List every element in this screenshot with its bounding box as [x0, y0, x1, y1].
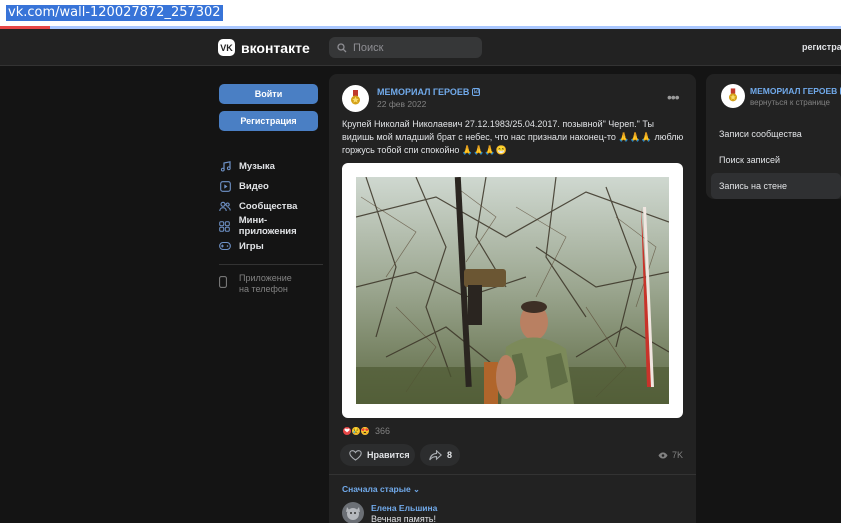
community-name: МЕМОРИАЛ ГЕРОЕВ: [750, 86, 838, 96]
comments-sort-toggle[interactable]: Сначала старые ⌄: [342, 484, 420, 494]
medal-emblem-icon: [351, 90, 360, 105]
share-count: 8: [447, 450, 453, 460]
vk-logo-text: вконтакте: [241, 39, 310, 56]
sidebar-mobile-app-link[interactable]: Приложение на телефон: [219, 273, 292, 295]
community-avatar[interactable]: [342, 85, 369, 112]
views-count: 7K: [672, 450, 684, 460]
community-avatar-small[interactable]: [721, 84, 745, 108]
sidebar-item-music[interactable]: Музыка: [219, 156, 323, 176]
like-button[interactable]: Нравится: [340, 444, 415, 466]
mobile-app-label-line1: Приложение: [239, 273, 292, 283]
mobile-app-label-line2: на телефон: [239, 284, 288, 294]
sidebar-item-communities[interactable]: Сообщества: [219, 196, 323, 216]
more-options-icon[interactable]: •••: [667, 89, 680, 105]
register-button[interactable]: Регистрация: [219, 111, 318, 131]
comments-divider: [329, 474, 696, 475]
verified-icon: ☑: [472, 88, 481, 96]
comments-sort-label: Сначала старые: [342, 484, 411, 494]
search-input[interactable]: Поиск: [329, 37, 482, 58]
sidebar-nav: Музыка Видео Сообщества Мини-приложения …: [219, 156, 323, 256]
chevron-down-icon: ⌄: [413, 485, 420, 494]
share-icon: [429, 449, 442, 460]
url-text[interactable]: vk.com/wall-120027872_257302: [6, 5, 223, 21]
sidebar-item-label: Мини-приложения: [238, 215, 297, 237]
post-text: Крупей Николай Николаевич 27.12.1983/25.…: [342, 119, 684, 155]
post-photo-frame[interactable]: [342, 163, 683, 418]
music-icon: [219, 160, 231, 172]
sidebar-item-mini-apps[interactable]: Мини-приложения: [219, 215, 323, 237]
sidebar-item-label: Игры: [239, 240, 264, 252]
sidebar-divider: [219, 264, 323, 265]
browser-address-bar[interactable]: vk.com/wall-120027872_257302: [0, 0, 841, 26]
login-button[interactable]: Войти: [219, 84, 318, 104]
comment-text: Вечная память!: [371, 514, 436, 523]
games-icon: [219, 240, 231, 252]
post-photo[interactable]: [356, 177, 669, 404]
eye-icon: [658, 452, 668, 458]
video-icon: [219, 180, 231, 192]
wall-post: МЕМОРИАЛ ГЕРОЕВ ☑ 22 фев 2022 ••• Крупей…: [329, 74, 696, 523]
sidebar-item-label: Видео: [239, 180, 269, 192]
reactions-count: 366: [375, 426, 391, 436]
vk-logo-icon: VK: [218, 39, 235, 56]
forest-soldier-photo: [356, 177, 669, 404]
register-link[interactable]: регистрация: [802, 42, 841, 52]
sidebar-item-label: Музыка: [239, 160, 275, 172]
menu-item-search-posts[interactable]: Поиск записей: [711, 147, 841, 173]
search-icon: [337, 42, 347, 52]
heart-icon: [349, 449, 362, 461]
menu-item-wall-post[interactable]: Запись на стене: [711, 173, 841, 199]
phone-icon: [219, 273, 231, 295]
post-author-name: МЕМОРИАЛ ГЕРОЕВ: [377, 87, 470, 97]
share-button[interactable]: 8: [420, 444, 460, 466]
communities-icon: [219, 200, 231, 212]
sidebar-item-label: Сообщества: [239, 200, 298, 212]
medal-emblem-icon: [729, 88, 737, 102]
post-author[interactable]: МЕМОРИАЛ ГЕРОЕВ ☑: [377, 87, 481, 97]
community-nav-card: МЕМОРИАЛ ГЕРОЕВ ☑ вернуться к странице З…: [706, 74, 841, 199]
post-date[interactable]: 22 фев 2022: [377, 99, 426, 109]
comment-author[interactable]: Елена Ельшина: [371, 503, 437, 513]
back-to-page-link[interactable]: вернуться к странице: [750, 98, 830, 107]
love-eyes-reaction-icon: 😍: [360, 426, 370, 436]
search-placeholder: Поиск: [353, 41, 384, 54]
vk-logo[interactable]: VK вконтакте: [218, 39, 310, 56]
site-header: VK вконтакте Поиск регистрация: [0, 29, 841, 66]
community-menu: Записи сообщества Поиск записей Запись н…: [711, 121, 841, 199]
mini-apps-icon: [219, 220, 231, 232]
menu-item-community-posts[interactable]: Записи сообщества: [711, 121, 841, 147]
views-counter: 7K: [658, 450, 683, 460]
community-name-link[interactable]: МЕМОРИАЛ ГЕРОЕВ ☑: [750, 86, 841, 96]
sidebar-item-games[interactable]: Игры: [219, 236, 323, 256]
sidebar-item-video[interactable]: Видео: [219, 176, 323, 196]
like-label: Нравится: [367, 450, 410, 460]
post-reactions[interactable]: ❤ 😢 😍 366: [342, 426, 390, 436]
comment-avatar[interactable]: [342, 502, 364, 523]
